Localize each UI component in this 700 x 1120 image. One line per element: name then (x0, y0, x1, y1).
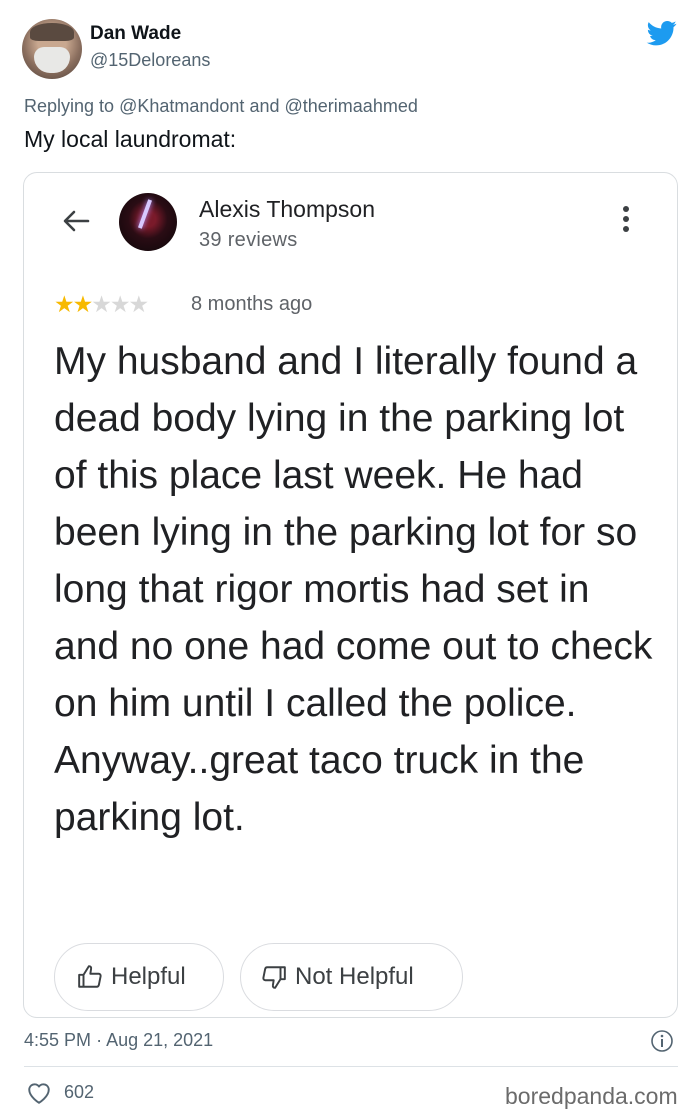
author-name[interactable]: Dan Wade (90, 23, 181, 45)
star-empty-icon: ★ (128, 291, 150, 317)
star-empty-icon: ★ (109, 291, 131, 317)
author-avatar[interactable] (22, 19, 82, 79)
thumbs-up-icon (78, 965, 102, 988)
info-icon[interactable] (650, 1029, 674, 1053)
not-helpful-button[interactable]: Not Helpful (240, 943, 463, 1011)
star-filled-icon: ★ (72, 291, 94, 317)
reviewer-review-count: 39 reviews (199, 229, 298, 251)
star-filled-icon: ★ (54, 291, 75, 317)
review-body: My husband and I literally found a dead … (54, 340, 653, 839)
more-options-icon[interactable] (616, 206, 636, 240)
heart-icon[interactable] (26, 1081, 52, 1105)
timestamp-separator: · (96, 1030, 103, 1050)
review-screenshot-card[interactable]: Alexis Thompson 39 reviews ★★★★★ 8 month… (23, 172, 678, 1018)
star-rating: ★★★★★ (54, 291, 150, 318)
tweet-date: Aug 21, 2021 (106, 1030, 214, 1050)
watermark: boredpanda.com (505, 1083, 678, 1109)
back-arrow-icon[interactable] (62, 209, 90, 233)
tweet-timestamp[interactable]: 4:55 PM · Aug 21, 2021 (24, 1030, 213, 1051)
replying-to: Replying to @Khatmandont and @therimaahm… (24, 96, 418, 117)
reviewer-avatar[interactable] (119, 193, 177, 251)
avatar-mask (34, 47, 70, 73)
helpful-button[interactable]: Helpful (54, 943, 224, 1011)
tweet-time: 4:55 PM (24, 1030, 92, 1050)
star-empty-icon: ★ (91, 291, 112, 317)
author-handle[interactable]: @15Deloreans (90, 50, 210, 71)
mention-link-1[interactable]: @Khatmandont (119, 96, 244, 116)
not-helpful-label: Not Helpful (295, 963, 414, 990)
thumbs-down-icon (262, 966, 286, 989)
reviewer-name[interactable]: Alexis Thompson (199, 196, 375, 223)
avatar-figure (137, 199, 153, 229)
replying-prefix: Replying to (24, 96, 115, 116)
mention-link-2[interactable]: @therimaahmed (285, 96, 418, 116)
avatar-hair (30, 23, 74, 41)
divider (24, 1066, 678, 1067)
twitter-bird-icon (646, 21, 677, 46)
helpful-label: Helpful (111, 963, 186, 990)
review-age: 8 months ago (191, 293, 313, 315)
replying-and: and (249, 96, 280, 116)
tweet-text: My local laundromat: (24, 126, 237, 152)
like-count: 602 (64, 1082, 95, 1102)
